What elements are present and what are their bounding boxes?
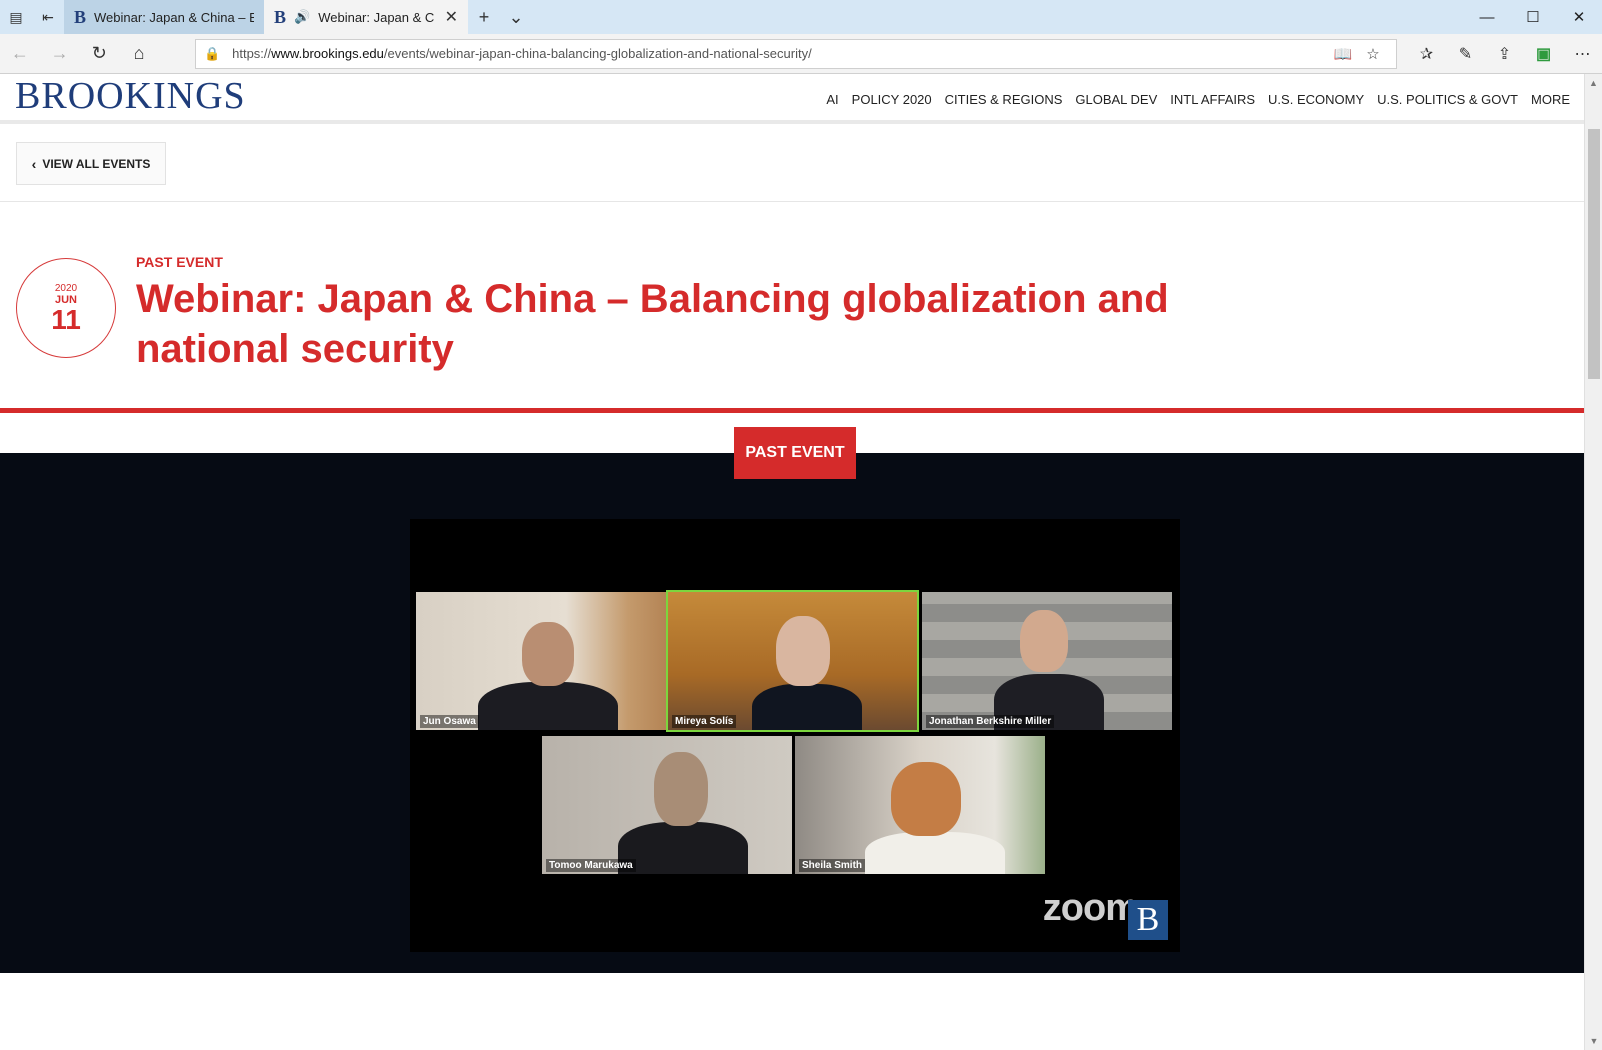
minimize-icon[interactable]: — — [1464, 0, 1510, 34]
brookings-corner-logo: B — [1128, 900, 1168, 940]
main-nav: AI POLICY 2020 CITIES & REGIONS GLOBAL D… — [826, 92, 1570, 107]
participant-name: Tomoo Marukawa — [546, 859, 636, 872]
address-bar[interactable]: 🔒 https://www.brookings.edu/events/webin… — [194, 38, 1397, 69]
nav-item-us-politics[interactable]: U.S. POLITICS & GOVT — [1377, 92, 1518, 107]
nav-item-cities-regions[interactable]: CITIES & REGIONS — [945, 92, 1063, 107]
site-header: BROOKINGS AI POLICY 2020 CITIES & REGION… — [0, 74, 1584, 124]
close-tab-icon[interactable]: ✕ — [445, 7, 458, 27]
brookings-favicon-icon: B — [74, 6, 87, 27]
participant-name: Mireya Solís — [672, 715, 737, 728]
window-controls: — ☐ ✕ — [1464, 0, 1602, 34]
participant-name: Sheila Smith — [799, 859, 866, 872]
favorites-list-icon[interactable]: ✰ — [1407, 44, 1446, 64]
browser-toolbar: ✰ ✎ ⇪ ▣ ⋯ — [1407, 44, 1602, 64]
browser-tab-2[interactable]: B 🔊 Webinar: Japan & C ✕ — [264, 0, 468, 34]
person-figure — [865, 832, 1005, 874]
home-icon[interactable]: ⌂ — [119, 34, 159, 74]
event-eyebrow: PAST EVENT — [136, 254, 223, 270]
brookings-favicon-icon: B — [274, 6, 287, 27]
participant-name: Jun Osawa — [420, 715, 479, 728]
event-media: PAST EVENT Jun Osawa Mireya Solís Jonath… — [0, 413, 1584, 973]
nav-item-ai[interactable]: AI — [826, 92, 838, 107]
share-icon[interactable]: ⇪ — [1485, 44, 1524, 64]
tab-title: Webinar: Japan & C — [318, 9, 435, 25]
reading-view-icon[interactable]: 📖 — [1328, 45, 1358, 63]
lock-icon[interactable]: 🔒 — [204, 46, 220, 62]
person-figure — [478, 682, 618, 730]
refresh-icon[interactable]: ↻ — [79, 34, 119, 74]
person-figure — [618, 822, 748, 874]
participant-tile: Jonathan Berkshire Miller — [922, 592, 1172, 730]
more-icon[interactable]: ⋯ — [1563, 44, 1602, 64]
favorite-star-icon[interactable]: ☆ — [1358, 45, 1388, 63]
person-figure — [522, 622, 574, 686]
participant-tile: Tomoo Marukawa — [542, 736, 792, 874]
pen-icon[interactable]: ✎ — [1446, 44, 1485, 64]
close-window-icon[interactable]: ✕ — [1556, 0, 1602, 34]
person-figure — [776, 616, 830, 686]
view-all-events-button[interactable]: ‹ VIEW ALL EVENTS — [16, 142, 166, 185]
past-event-badge: PAST EVENT — [734, 427, 856, 479]
view-all-events-label: VIEW ALL EVENTS — [42, 156, 151, 171]
forward-arrow-icon[interactable]: → — [40, 34, 80, 74]
participant-tile-active: Mireya Solís — [666, 590, 919, 732]
scrollbar-thumb[interactable] — [1588, 129, 1600, 379]
nav-item-policy-2020[interactable]: POLICY 2020 — [852, 92, 932, 107]
url-text[interactable]: https://www.brookings.edu/events/webinar… — [232, 46, 1328, 61]
participant-tile: Jun Osawa — [416, 592, 666, 730]
nav-item-more[interactable]: MORE — [1531, 92, 1570, 107]
speaker-icon[interactable]: 🔊 — [294, 9, 310, 25]
browser-tab-1[interactable]: B Webinar: Japan & China – B — [64, 0, 264, 34]
nav-item-us-economy[interactable]: U.S. ECONOMY — [1268, 92, 1364, 107]
browser-titlebar: ▤ ⇤ B Webinar: Japan & China – B B 🔊 Web… — [0, 0, 1602, 34]
scroll-down-icon[interactable]: ▼ — [1585, 1032, 1602, 1050]
person-figure — [654, 752, 708, 826]
set-aside-tabs-icon[interactable]: ⇤ — [32, 0, 64, 34]
event-day: 11 — [51, 303, 81, 335]
participant-name: Jonathan Berkshire Miller — [926, 715, 1055, 728]
zoom-watermark: zoom — [1042, 887, 1139, 929]
video-player[interactable]: Jun Osawa Mireya Solís Jonathan Berkshir… — [410, 519, 1180, 952]
new-tab-icon[interactable]: + — [468, 0, 500, 34]
nav-item-intl-affairs[interactable]: INTL AFFAIRS — [1170, 92, 1255, 107]
chevron-left-icon: ‹ — [31, 155, 37, 172]
brookings-logo[interactable]: BROOKINGS — [15, 74, 246, 118]
participant-tile: Sheila Smith — [795, 736, 1045, 874]
person-figure — [752, 684, 862, 730]
back-arrow-icon[interactable]: ← — [0, 34, 40, 74]
scroll-up-icon[interactable]: ▲ — [1585, 74, 1602, 92]
event-header: 2020 JUN 11 PAST EVENT Webinar: Japan & … — [0, 202, 1584, 408]
extension-icon[interactable]: ▣ — [1524, 44, 1563, 64]
web-page: BROOKINGS AI POLICY 2020 CITIES & REGION… — [0, 74, 1584, 1050]
person-figure — [891, 762, 961, 836]
tab-title: Webinar: Japan & China – B — [94, 9, 254, 25]
browser-navbar: ← → ↻ ⌂ 🔒 https://www.brookings.edu/even… — [0, 34, 1602, 74]
event-date-badge: 2020 JUN 11 — [16, 258, 116, 358]
page-title: Webinar: Japan & China – Balancing globa… — [136, 277, 1169, 371]
tab-manager-icon[interactable]: ▤ — [0, 0, 32, 34]
person-figure — [1020, 610, 1068, 672]
event-year: 2020 — [54, 282, 78, 294]
page-scrollbar[interactable]: ▲ ▼ — [1584, 74, 1602, 1050]
maximize-icon[interactable]: ☐ — [1510, 0, 1556, 34]
nav-item-global-dev[interactable]: GLOBAL DEV — [1075, 92, 1157, 107]
chevron-down-icon[interactable]: ⌄ — [500, 0, 532, 34]
back-row: ‹ VIEW ALL EVENTS — [0, 124, 1584, 202]
